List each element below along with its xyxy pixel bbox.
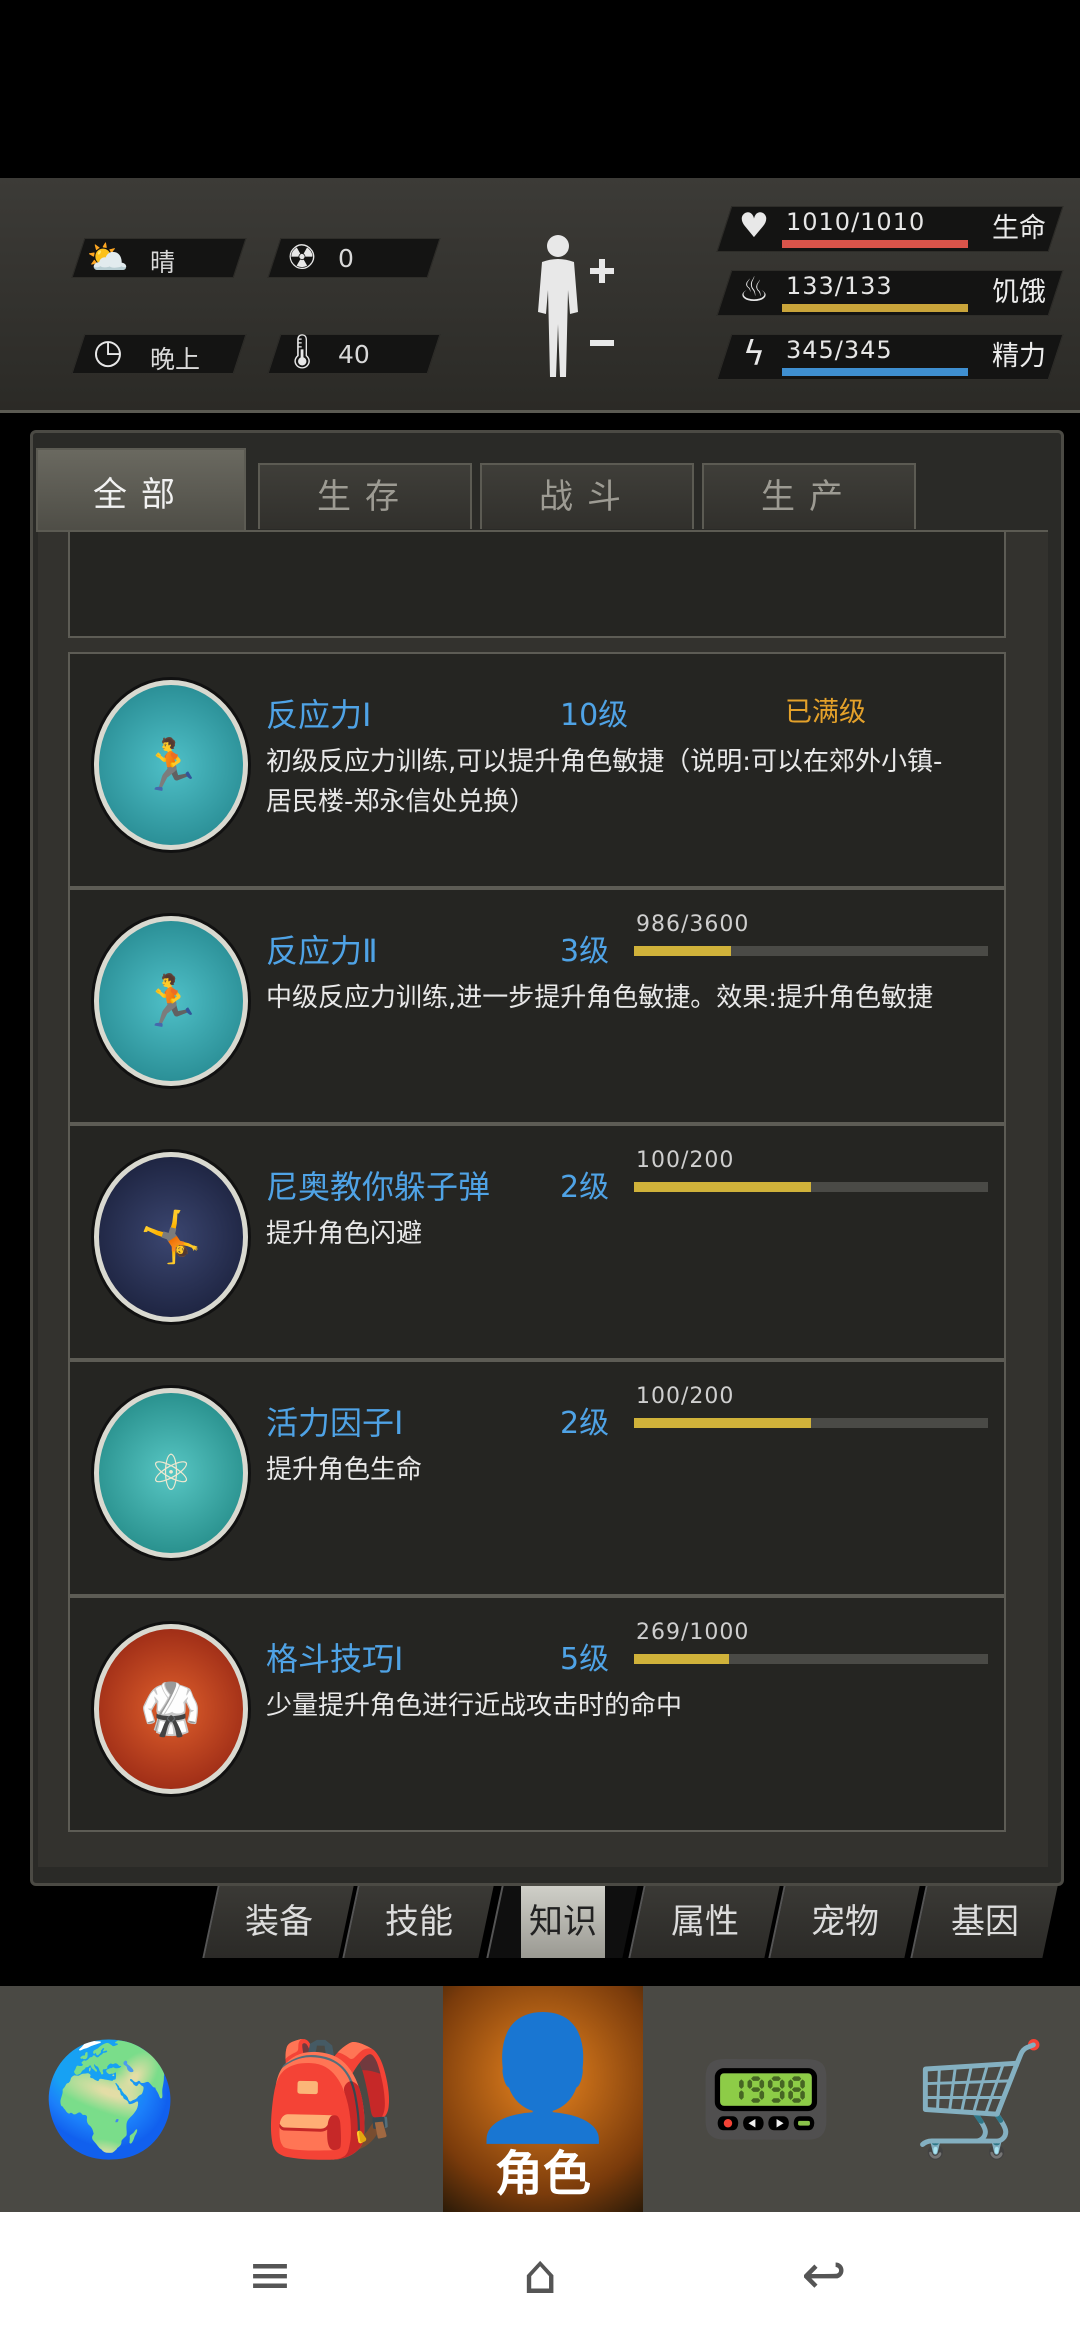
subtab-equipment-label: 装备 <box>245 1902 313 1942</box>
hunger-value: 133/133 <box>786 272 893 300</box>
skill-level: 5级 <box>560 1642 610 1677</box>
skill-name: 格斗技巧Ⅰ <box>266 1640 404 1678</box>
body-status-button[interactable] <box>520 232 630 382</box>
skill-progress-bar <box>634 1182 988 1192</box>
subtab-attributes[interactable]: 属性 <box>628 1886 780 1958</box>
body-figure-icon <box>538 235 614 377</box>
dodge-figure-icon: 🏃 <box>94 916 248 1086</box>
skill-list[interactable]: 🏃 反应力Ⅰ 10级 已满级 初级反应力训练,可以提升角色敏捷（说明:可以在郊外… <box>38 530 1048 1867</box>
molecule-icon: ⚛ <box>94 1388 248 1558</box>
menu-icon[interactable]: ≡ <box>230 2240 310 2310</box>
temperature-value: 40 <box>338 340 370 369</box>
skill-card[interactable]: 🤸 尼奥教你躲子弹 2级 100/200 提升角色闪避 <box>68 1124 1006 1360</box>
skill-card[interactable]: ⚛ 活力因子Ⅰ 2级 100/200 提升角色生命 <box>68 1360 1006 1596</box>
skill-description: 提升角色生命 <box>266 1455 423 1485</box>
clock-icon: ◷ <box>93 332 123 372</box>
weather-label: 晴 <box>150 248 176 277</box>
skill-card[interactable]: 🥋 格斗技巧Ⅰ 5级 269/1000 少量提升角色进行近战攻击时的命中 <box>68 1596 1006 1832</box>
health-value: 1010/1010 <box>786 208 926 236</box>
nav-character-label: 角色 <box>494 2146 591 2202</box>
nav-inventory[interactable]: 🎒 <box>240 1986 420 2212</box>
tab-combat[interactable]: 战斗 <box>480 463 694 529</box>
tab-survival[interactable]: 生存 <box>258 463 472 529</box>
skill-level: 3级 <box>560 934 610 969</box>
dodge-figure-icon: 🏃 <box>94 680 248 850</box>
back-icon[interactable]: ↩ <box>784 2240 864 2310</box>
hunger-bar <box>782 304 968 312</box>
skill-progress-text: 100/200 <box>636 1148 735 1173</box>
skill-name: 反应力Ⅱ <box>266 932 378 970</box>
subtab-skills-label: 技能 <box>385 1902 453 1942</box>
tab-all[interactable]: 全部 <box>36 448 246 532</box>
skill-progress-fill <box>634 1654 730 1664</box>
subtab-knowledge-label: 知识 <box>521 1886 605 1958</box>
skill-level: 10级 <box>560 698 629 733</box>
subtab-equipment[interactable]: 装备 <box>202 1886 354 1958</box>
subtab-pets-label: 宠物 <box>811 1902 879 1942</box>
energy-bar <box>782 368 968 376</box>
nav-shop[interactable]: 🛒 <box>890 1986 1070 2212</box>
thermometer-icon: 🌡 <box>280 332 324 372</box>
stomach-icon: ♨ <box>738 270 770 310</box>
heart-icon: ♥ <box>738 206 770 246</box>
matrix-dodge-icon: 🤸 <box>94 1152 248 1322</box>
skill-progress-fill <box>634 946 731 956</box>
nav-world[interactable]: 🌍 <box>20 1986 200 2212</box>
skill-name: 反应力Ⅰ <box>266 696 372 734</box>
skill-progress-bar <box>634 1654 988 1664</box>
fighter-icon: 🥋 <box>94 1624 248 1794</box>
lightning-icon: ϟ <box>742 334 766 374</box>
subtab-pets[interactable]: 宠物 <box>768 1886 920 1958</box>
backpack-icon: 🎒 <box>261 2034 399 2163</box>
skill-level: 2级 <box>560 1170 610 1205</box>
skill-card[interactable]: 🏃 反应力Ⅱ 3级 986/3600 中级反应力训练,进一步提升角色敏捷。效果:… <box>68 888 1006 1124</box>
time-of-day: 晚上 <box>150 345 201 374</box>
energy-value: 345/345 <box>786 336 893 364</box>
radiation-icon: ☢ <box>286 238 318 278</box>
weather-sunny-icon: ⛅ <box>86 238 130 278</box>
hunger-label: 饥饿 <box>992 277 1046 308</box>
nav-radio[interactable]: 📟 <box>676 1986 856 2212</box>
home-icon[interactable]: ⌂ <box>500 2240 580 2310</box>
skill-description: 少量提升角色进行近战攻击时的命中 <box>266 1691 683 1721</box>
health-label: 生命 <box>992 213 1046 244</box>
health-bar <box>782 240 968 248</box>
skill-card[interactable]: 🏃 反应力Ⅰ 10级 已满级 初级反应力训练,可以提升角色敏捷（说明:可以在郊外… <box>68 652 1006 888</box>
head-profile-icon: 👤 <box>468 2009 618 2148</box>
radiation-value: 0 <box>338 244 354 273</box>
subtab-genes[interactable]: 基因 <box>910 1886 1058 1958</box>
skill-progress-fill <box>634 1182 811 1192</box>
skill-progress-text: 269/1000 <box>636 1620 750 1645</box>
skill-progress-bar <box>634 946 988 956</box>
skill-name: 尼奥教你躲子弹 <box>266 1168 491 1206</box>
skill-description: 中级反应力训练,进一步提升角色敏捷。效果:提升角色敏捷 <box>266 983 934 1013</box>
skill-description: 提升角色闪避 <box>266 1219 423 1249</box>
max-level-badge: 已满级 <box>785 697 866 728</box>
shopping-cart-icon: 🛒 <box>911 2034 1049 2163</box>
globe-icon: 🌍 <box>41 2034 179 2163</box>
tab-production[interactable]: 生产 <box>702 463 916 529</box>
energy-label: 精力 <box>992 341 1046 372</box>
skill-level: 2级 <box>560 1406 610 1441</box>
skill-description: 初级反应力训练,可以提升角色敏捷（说明:可以在郊外小镇-居民楼-郑永信处兑换） <box>266 747 943 817</box>
subtab-knowledge[interactable]: 知识 <box>486 1886 638 1958</box>
skill-progress-fill <box>634 1418 811 1428</box>
skill-progress-bar <box>634 1418 988 1428</box>
skill-name: 活力因子Ⅰ <box>266 1404 404 1442</box>
subtab-skills[interactable]: 技能 <box>342 1886 494 1958</box>
subtab-attributes-label: 属性 <box>671 1902 739 1942</box>
list-item-partial <box>68 532 1006 638</box>
skill-progress-text: 100/200 <box>636 1384 735 1409</box>
skill-progress-text: 986/3600 <box>636 912 750 937</box>
walkie-talkie-icon: 📟 <box>697 2034 835 2163</box>
subtab-genes-label: 基因 <box>951 1902 1019 1942</box>
